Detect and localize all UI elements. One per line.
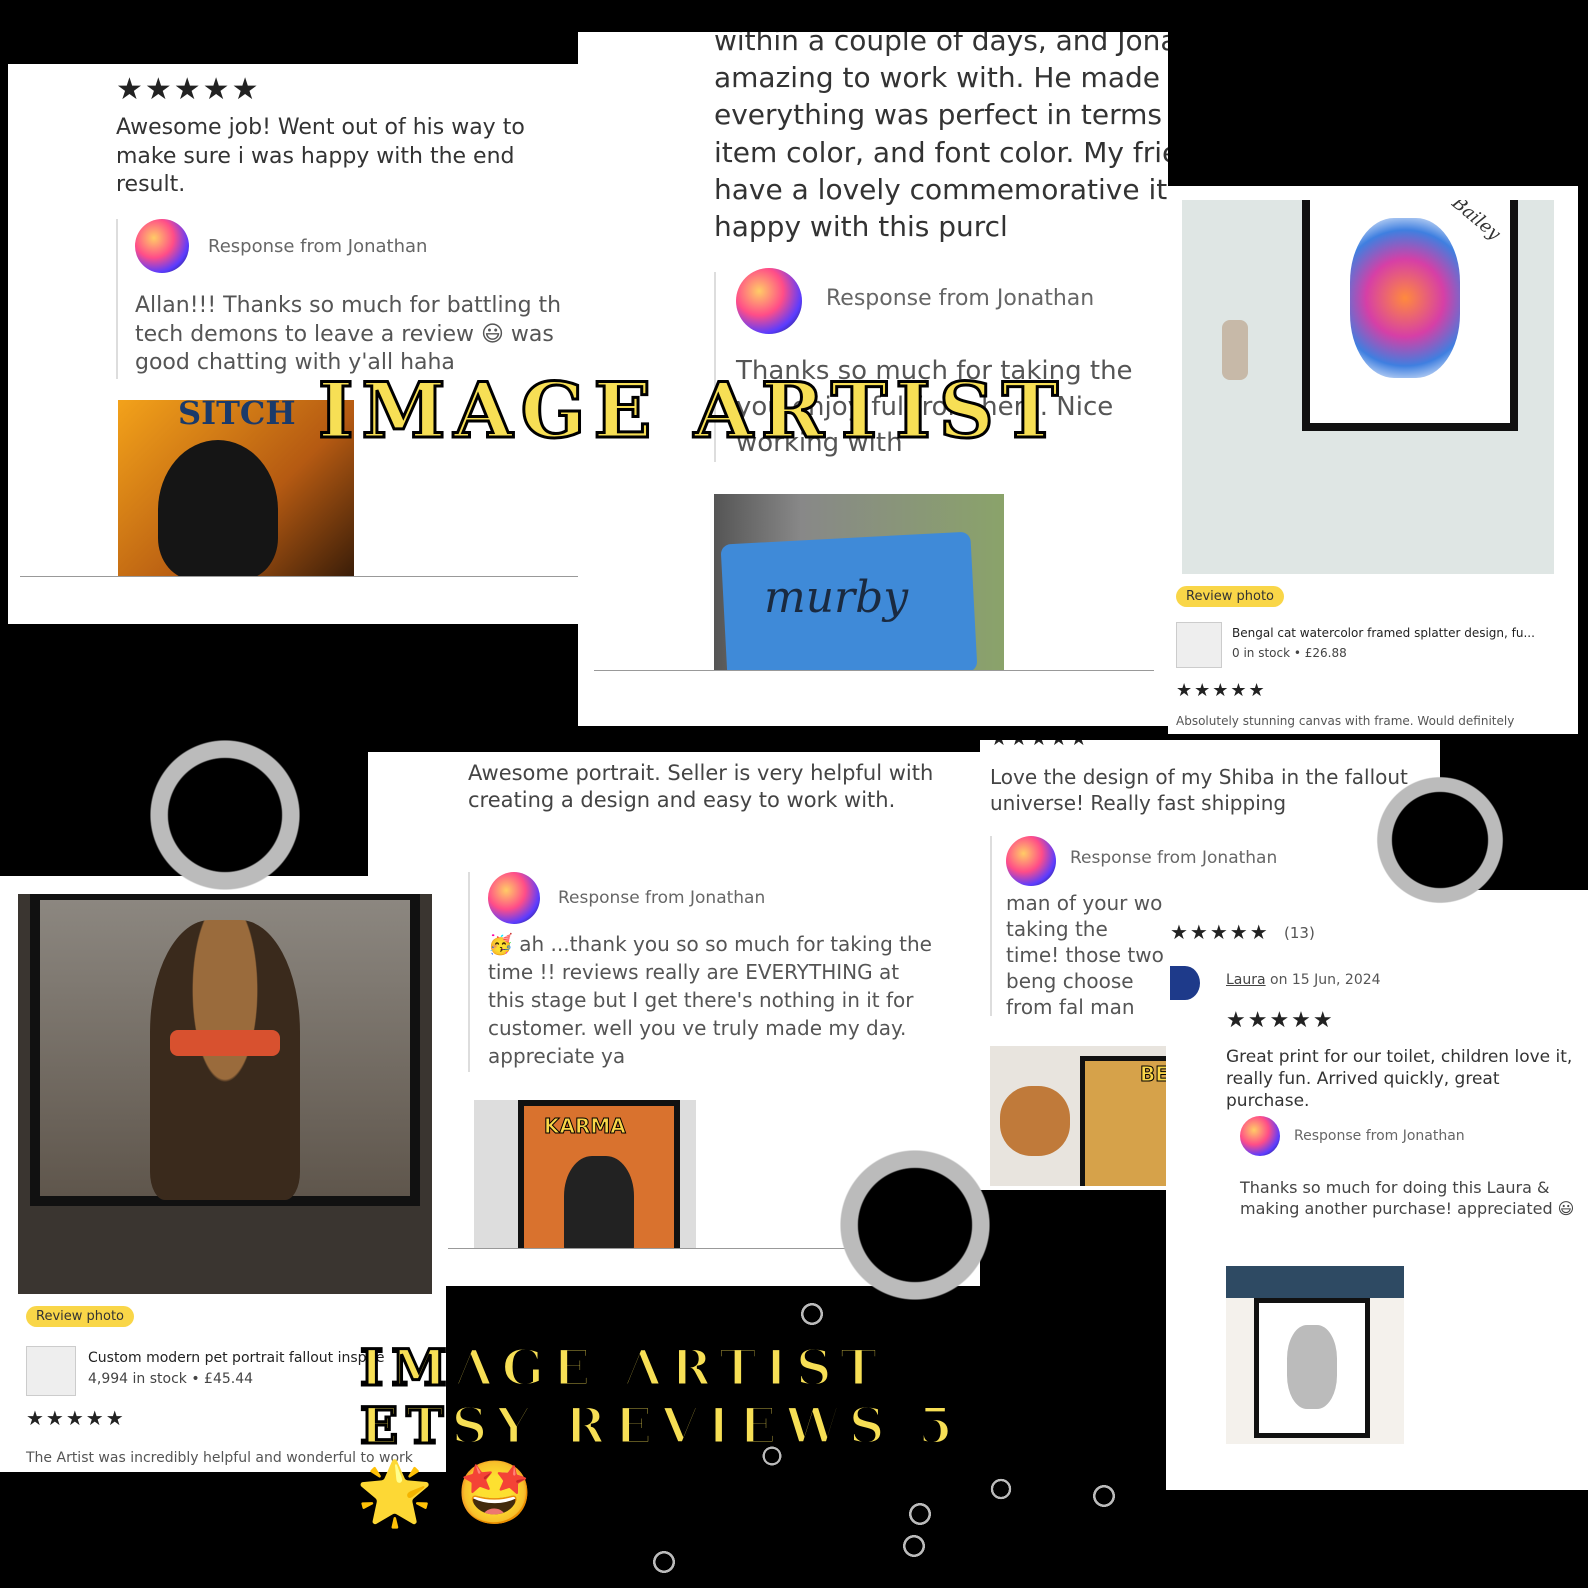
star-rating: ★★★★★: [1176, 680, 1267, 701]
dog-shape: [1000, 1086, 1070, 1156]
review-photo[interactable]: Bailey: [1182, 200, 1554, 574]
star-rating: ★★★★★: [1226, 1008, 1335, 1033]
product-name[interactable]: Custom modern pet portrait fallout inspi…: [88, 1350, 384, 1366]
reviewer-name[interactable]: Laura: [1226, 972, 1266, 988]
photo-caption: SITCH: [178, 400, 296, 432]
bullet-hole-splat-3: [820, 1130, 1010, 1320]
avatar: [1006, 836, 1056, 886]
avatar: [135, 219, 189, 273]
review-text: The Artist was incredibly helpful and wo…: [26, 1450, 413, 1466]
response-divider: [990, 836, 992, 1016]
bullet-hole-splat-1: [130, 720, 320, 910]
review-photo-badge[interactable]: Review photo: [26, 1306, 135, 1327]
review-text: Awesome job! Went out of his way to make…: [116, 115, 525, 198]
product-meta: 4,994 in stock • £45.44: [88, 1371, 254, 1387]
review-text: Awesome portrait. Seller is very helpful…: [468, 761, 934, 813]
response-text: Thanks so much for doing this Laura & ma…: [1240, 1178, 1575, 1218]
frame: Bailey: [1302, 200, 1518, 431]
star-rating: ★★★★★: [116, 72, 261, 107]
response-divider: [468, 872, 470, 1072]
response-text: Allan!!! Thanks so much for battling th …: [135, 293, 562, 376]
cat-sketch: [1287, 1325, 1337, 1409]
shop-rating-count: (13): [1284, 924, 1315, 942]
frame: [1254, 1298, 1370, 1438]
vase: [1222, 320, 1248, 380]
product-thumbnail[interactable]: [26, 1346, 76, 1396]
review-text: within a couple of days, and Jonathan wa…: [714, 32, 1168, 244]
bullet-hole-splat-2: [1360, 760, 1520, 920]
response-label: Response from Jonathan: [208, 236, 428, 257]
review-photo[interactable]: BE: [990, 1046, 1170, 1186]
product-name[interactable]: Bengal cat watercolor framed splatter de…: [1232, 626, 1535, 640]
product-meta: 0 in stock • £26.88: [1232, 646, 1347, 660]
review-photo[interactable]: murby: [714, 494, 1004, 670]
product-thumbnail[interactable]: [1176, 622, 1222, 668]
dog-shape: [150, 920, 300, 1200]
review-photo[interactable]: KARMA: [474, 1100, 696, 1248]
frame: KARMA: [518, 1100, 680, 1248]
review-card-7: ★★★★★ (13) Laura on 15 Jun, 2024 ★★★★★ G…: [1166, 890, 1588, 1490]
avatar: [1240, 1116, 1280, 1156]
reviewer-avatar: [1170, 966, 1200, 1000]
divider: [20, 576, 578, 577]
cat-painting: [1350, 218, 1460, 378]
response-label: Response from Jonathan: [1294, 1128, 1465, 1144]
avatar: [736, 268, 802, 334]
avatar: [488, 872, 540, 924]
review-photo[interactable]: [18, 894, 432, 1294]
bullet-hole-small-3: [1090, 1482, 1118, 1510]
bullet-hole-small-4: [906, 1500, 934, 1528]
review-card-1: ★★★★★ Awesome job! Went out of his way t…: [8, 64, 578, 624]
bullet-hole-small-2: [988, 1476, 1014, 1502]
star-rating: ★★★★★: [26, 1406, 126, 1430]
response-label: Response from Jonathan: [558, 888, 766, 908]
glowing-star-emoji: 🌟: [356, 1456, 434, 1529]
star-rating: ★★★★★: [990, 740, 1090, 750]
frame: [30, 894, 420, 1206]
bullet-hole-small-6: [650, 1548, 678, 1576]
divider: [594, 670, 1154, 671]
bullet-hole-small-5: [900, 1532, 928, 1560]
review-photo-badge[interactable]: Review photo: [1176, 586, 1285, 607]
poster-title: KARMA: [544, 1114, 627, 1139]
review-text: Great print for our toilet, children lov…: [1226, 1047, 1573, 1112]
painting-name: Bailey: [1447, 200, 1505, 245]
review-date: on 15 Jun, 2024: [1270, 972, 1381, 988]
response-text: 🥳 ah ...thank you so so much for taking …: [488, 932, 932, 1068]
title-bottom-line-1: IMAGE ARTIST: [358, 1337, 886, 1399]
review-card-3: Bailey Review photo Bengal cat watercolo…: [1168, 186, 1578, 734]
response-label: Response from Jonathan: [826, 286, 1095, 311]
bandana: [170, 1030, 280, 1056]
review-text: Love the design of my Shiba in the fallo…: [990, 765, 1408, 815]
title-top: IMAGE ARTIST: [316, 365, 1067, 457]
title-bottom-line-2: ETSY REVIEWS 5: [359, 1395, 961, 1457]
review-photo[interactable]: [1226, 1266, 1404, 1444]
cat-figure: [564, 1156, 634, 1248]
dog-shape: [158, 440, 278, 576]
pillow-text: murby: [764, 572, 909, 623]
response-divider: [116, 219, 118, 379]
bullet-hole-small-1: [798, 1300, 826, 1328]
shop-rating-stars: ★★★★★: [1170, 920, 1270, 944]
poster-title: BE: [1140, 1062, 1170, 1087]
response-text: man of your wo taking the time! those tw…: [1006, 891, 1164, 1019]
response-label: Response from Jonathan: [1070, 848, 1278, 868]
review-text: Absolutely stunning canvas with frame. W…: [1176, 714, 1515, 728]
star-struck-emoji: 🤩: [456, 1456, 534, 1529]
